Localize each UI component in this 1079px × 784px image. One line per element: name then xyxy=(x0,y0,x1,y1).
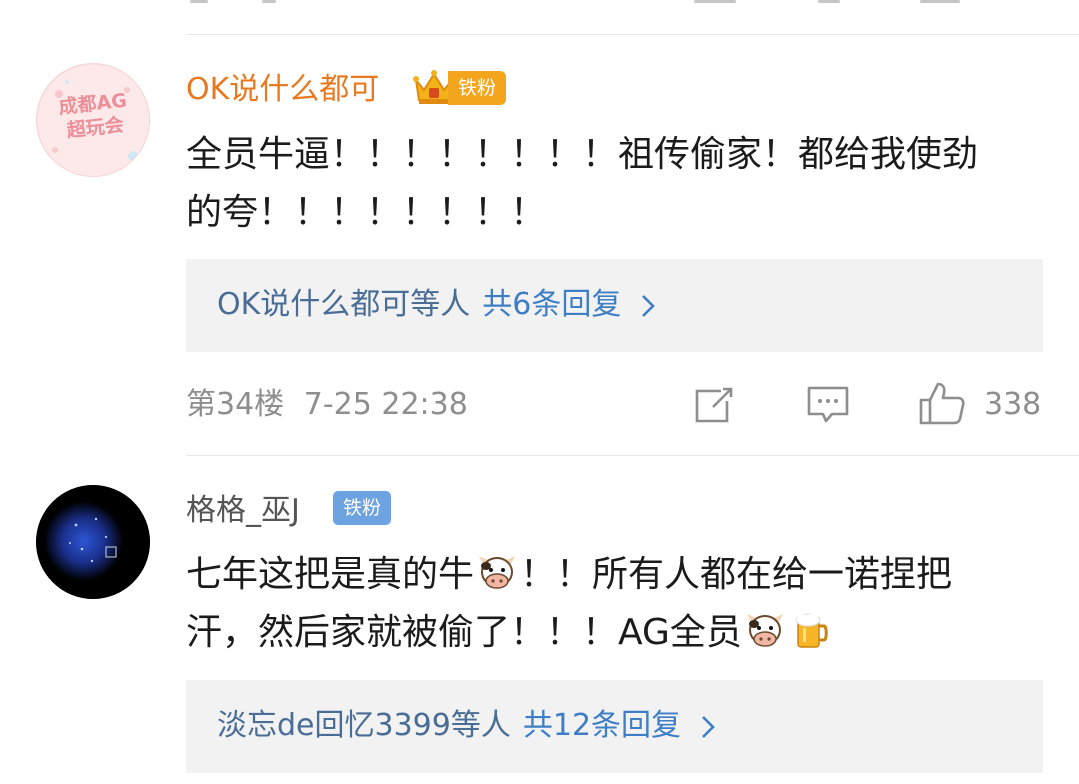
reply-preview[interactable]: OK说什么都可等人 共6条回复 xyxy=(186,259,1043,352)
avatar[interactable]: 成都AG 超玩会 xyxy=(36,63,150,177)
like-icon[interactable] xyxy=(918,380,966,426)
reply-authors: 淡忘de回忆3399等人 xyxy=(217,708,511,743)
reply-count-link[interactable]: 共12条回复 xyxy=(523,708,681,743)
comment-content: 全员牛逼！！！！！！！！祖传偷家！都给我使劲 的夸！！！！！！！！ xyxy=(186,134,979,233)
chevron-right-icon xyxy=(701,715,715,738)
avatar[interactable] xyxy=(36,485,150,599)
fan-badge: 铁粉 xyxy=(333,491,392,525)
reply-authors: OK说什么都可等人 xyxy=(217,287,471,322)
comment-icon[interactable] xyxy=(806,385,850,425)
username[interactable]: OK说什么都可 xyxy=(186,70,379,110)
cow-emoji-icon xyxy=(746,614,783,647)
comment-meta: 第34楼 7-25 22:38 xyxy=(186,385,468,425)
divider xyxy=(186,455,1079,456)
fan-badge: 铁粉 xyxy=(448,71,507,105)
reply-count-link[interactable]: 共6条回复 xyxy=(482,287,621,322)
username[interactable]: 格格_巫J xyxy=(186,491,300,531)
chevron-right-icon xyxy=(642,294,655,317)
floor-number: 第34楼 xyxy=(186,387,285,422)
comment-content: 七年这把是真的牛 ！！所有人都在给一诺捏把 汗，然后家就被偷了！！！AG全员 xyxy=(186,554,953,653)
beer-emoji-icon xyxy=(795,613,828,648)
avatar-image xyxy=(36,485,150,599)
like-count: 338 xyxy=(984,387,1042,422)
previous-comment-fragment xyxy=(0,0,1079,12)
divider xyxy=(186,34,1079,35)
share-icon[interactable] xyxy=(693,385,735,425)
timestamp: 7-25 22:38 xyxy=(303,387,468,422)
reply-preview[interactable]: 淡忘de回忆3399等人 共12条回复 xyxy=(186,680,1043,773)
cow-emoji-icon xyxy=(479,556,516,589)
